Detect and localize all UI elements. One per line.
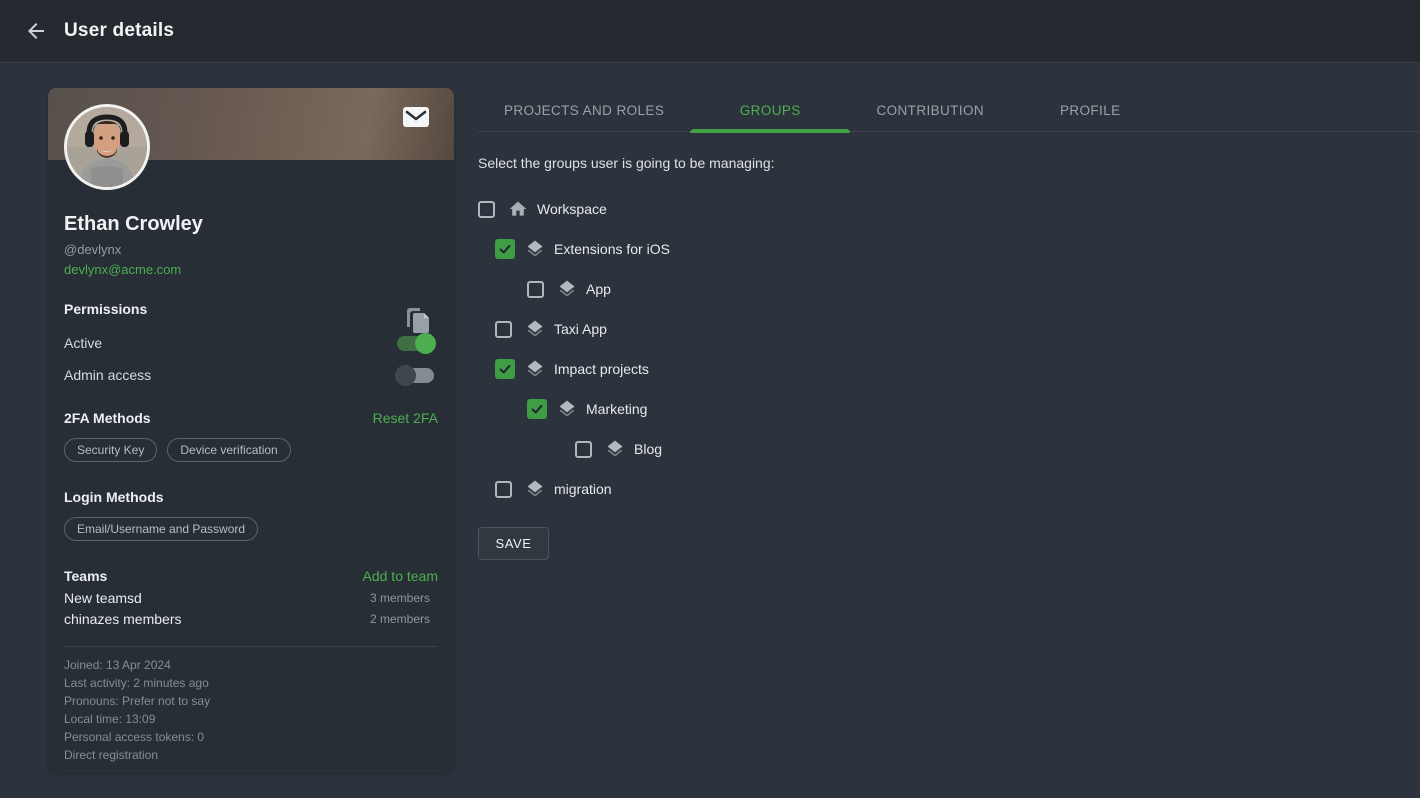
tree-label[interactable]: Impact projects: [554, 361, 649, 377]
tree-label[interactable]: App: [586, 281, 611, 297]
toggle-label: Admin access: [64, 367, 151, 383]
login-chips: Email/Username and Password: [64, 517, 438, 541]
tab-bar: PROJECTS AND ROLESGROUPSCONTRIBUTIONPROF…: [478, 88, 1420, 132]
tree-row-app[interactable]: App: [527, 269, 1420, 309]
user-email[interactable]: devlynx@acme.com: [64, 262, 181, 277]
teams-list: New teamsd 3 members chinazes members 2 mem…: [64, 588, 438, 630]
user-name: Ethan Crowley: [64, 213, 438, 236]
checkbox-migration[interactable]: [495, 481, 512, 498]
tree-row-taxi-app[interactable]: Taxi App: [495, 309, 1420, 349]
checkbox-marketing[interactable]: [527, 399, 547, 419]
main-panel: PROJECTS AND ROLESGROUPSCONTRIBUTIONPROF…: [478, 88, 1420, 560]
checkbox-blog[interactable]: [575, 441, 592, 458]
tree-label[interactable]: Blog: [634, 441, 662, 457]
meta-line: Personal access tokens: 0: [64, 728, 438, 746]
checkbox-taxi-app[interactable]: [495, 321, 512, 338]
tab-groups[interactable]: GROUPS: [690, 88, 850, 132]
copy-icon: [406, 306, 434, 334]
save-button[interactable]: SAVE: [478, 527, 549, 560]
back-button[interactable]: [16, 11, 56, 51]
page-title: User details: [64, 20, 174, 42]
chip-email-username-and-password: Email/Username and Password: [64, 517, 258, 541]
tree-label[interactable]: Taxi App: [554, 321, 607, 337]
team-member-count: 3 members: [370, 588, 430, 609]
meta-line: Joined: 13 Apr 2024: [64, 656, 438, 674]
admin-access-toggle[interactable]: [397, 368, 434, 383]
tree-row-blog[interactable]: Blog: [575, 429, 1420, 469]
teams-title: Teams: [64, 568, 107, 584]
tree-label[interactable]: migration: [554, 481, 612, 497]
reset-2fa-link[interactable]: Reset 2FA: [373, 410, 438, 426]
layers-icon: [605, 439, 625, 459]
tree-row-impact-projects[interactable]: Impact projects: [495, 349, 1420, 389]
team-member-count: 2 members: [370, 609, 430, 630]
team-name: New teamsd: [64, 588, 142, 609]
user-username: @devlynx: [64, 242, 438, 257]
user-meta: Joined: 13 Apr 2024Last activity: 2 minu…: [64, 646, 438, 764]
tree-label[interactable]: Marketing: [586, 401, 647, 417]
tree-row-extensions-for-ios[interactable]: Extensions for iOS: [495, 229, 1420, 269]
tab-profile[interactable]: PROFILE: [1010, 88, 1170, 132]
chip-security-key: Security Key: [64, 438, 157, 462]
checkbox-app[interactable]: [527, 281, 544, 298]
layers-icon: [557, 399, 577, 419]
twofa-title: 2FA Methods: [64, 410, 151, 426]
permissions-toggles: Active Admin access: [64, 327, 438, 391]
profile-card: Ethan Crowley @devlynx devlynx@acme.com …: [48, 88, 454, 773]
team-name: chinazes members: [64, 609, 182, 630]
permissions-title: Permissions: [64, 301, 438, 317]
tree-row-marketing[interactable]: Marketing: [527, 389, 1420, 429]
copy-email-button[interactable]: [406, 306, 434, 334]
chip-device-verification: Device verification: [167, 438, 290, 462]
toggle-row-active: Active: [64, 327, 438, 359]
arrow-left-icon: [24, 19, 48, 43]
groups-instruction: Select the groups user is going to be ma…: [478, 155, 1420, 171]
twofa-chips: Security Key Device verification: [64, 438, 438, 462]
meta-line: Local time: 13:09: [64, 710, 438, 728]
home-icon: [508, 199, 528, 219]
toggle-label: Active: [64, 335, 102, 351]
checkbox-workspace[interactable]: [478, 201, 495, 218]
layers-icon: [525, 359, 545, 379]
toggle-knob: [395, 365, 416, 386]
checkbox-extensions-for-ios[interactable]: [495, 239, 515, 259]
meta-line: Direct registration: [64, 746, 438, 764]
layers-icon: [525, 239, 545, 259]
active-toggle[interactable]: [397, 336, 434, 351]
toggle-row-admin-access: Admin access: [64, 359, 438, 391]
checkbox-impact-projects[interactable]: [495, 359, 515, 379]
envelope-icon: [403, 106, 429, 128]
tab-projects-and-roles[interactable]: PROJECTS AND ROLES: [478, 88, 690, 132]
layers-icon: [525, 319, 545, 339]
tab-contribution[interactable]: CONTRIBUTION: [850, 88, 1010, 132]
send-email-button[interactable]: [402, 105, 430, 129]
layers-icon: [525, 479, 545, 499]
groups-tree: Workspace Extensions for iOS App Taxi Ap…: [478, 189, 1420, 509]
tree-row-migration[interactable]: migration: [495, 469, 1420, 509]
team-row-new-teamsd: New teamsd 3 members: [64, 588, 438, 609]
tree-label[interactable]: Workspace: [537, 201, 607, 217]
team-row-chinazes-members: chinazes members 2 members: [64, 609, 438, 630]
meta-line: Pronouns: Prefer not to say: [64, 692, 438, 710]
tree-row-workspace[interactable]: Workspace: [478, 189, 1420, 229]
layers-icon: [557, 279, 577, 299]
add-to-team-link[interactable]: Add to team: [363, 568, 439, 584]
top-bar: User details: [0, 0, 1420, 63]
avatar: [64, 104, 150, 190]
meta-line: Last activity: 2 minutes ago: [64, 674, 438, 692]
tree-label[interactable]: Extensions for iOS: [554, 241, 670, 257]
login-methods-title: Login Methods: [64, 489, 438, 505]
toggle-knob: [415, 333, 436, 354]
